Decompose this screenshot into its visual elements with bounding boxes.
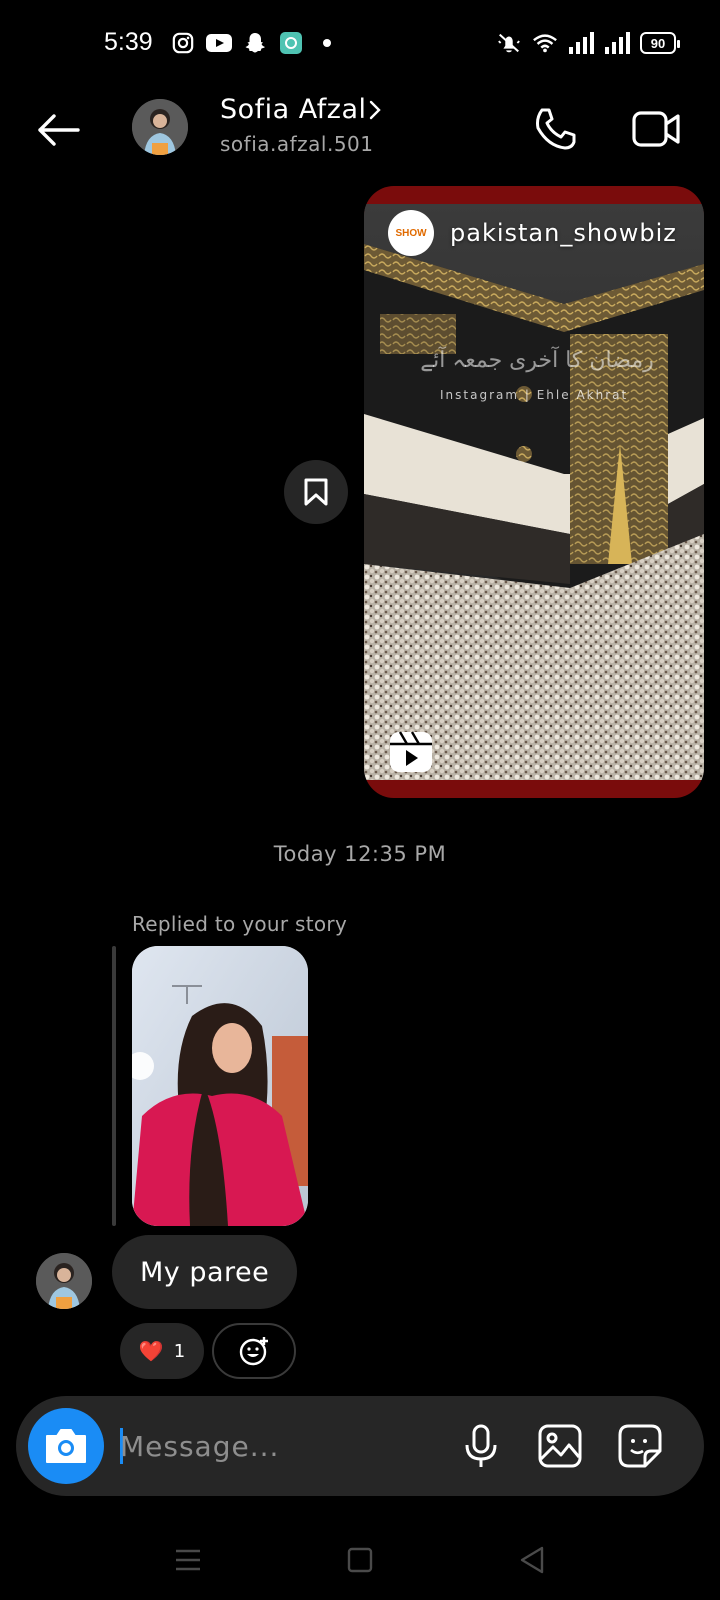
story-thumbnail[interactable] — [132, 946, 308, 1226]
phone-icon — [536, 108, 576, 150]
reel-caption: رمضان کا آخری جمعہ آئے — [420, 348, 654, 373]
mute-icon — [496, 30, 522, 56]
microphone-icon — [465, 1424, 497, 1467]
contact-avatar[interactable] — [132, 99, 188, 155]
video-camera-icon — [632, 111, 680, 147]
message-composer — [16, 1396, 704, 1496]
voice-call-button[interactable] — [528, 102, 582, 156]
reel-author[interactable]: SHOW pakistan_showbiz — [388, 210, 677, 256]
image-icon — [538, 1424, 582, 1468]
reaction-pill[interactable]: ❤️ 1 — [120, 1323, 204, 1379]
app-icon — [278, 30, 304, 56]
contact-name[interactable]: Sofia Afzal — [220, 94, 367, 125]
add-emoji-icon — [239, 1337, 268, 1366]
status-bar: 5:39 90 — [0, 0, 720, 90]
bookmark-icon — [304, 478, 328, 506]
chat-header: Sofia Afzal sofia.afzal.501 — [0, 90, 720, 170]
triangle-back-icon — [520, 1546, 544, 1574]
status-icons-left — [170, 30, 340, 56]
back-button[interactable] — [28, 100, 88, 160]
message-input[interactable] — [120, 1418, 440, 1474]
reaction-count: 1 — [173, 1340, 186, 1362]
message-timestamp: Today 12:35 PM — [273, 842, 447, 866]
reply-indicator-line — [112, 946, 116, 1226]
reel-author-name: pakistan_showbiz — [450, 219, 677, 247]
system-nav-bar — [0, 1530, 720, 1590]
camera-icon — [46, 1429, 86, 1463]
camera-button[interactable] — [28, 1408, 104, 1484]
message-bubble[interactable]: My paree — [112, 1235, 298, 1309]
wifi-icon — [532, 30, 558, 56]
reel-watermark: Instagram | Ehle Akhrat — [440, 388, 629, 402]
nav-back-button[interactable] — [508, 1536, 556, 1584]
reel-thumbnail — [364, 204, 704, 780]
recents-button[interactable] — [164, 1536, 212, 1584]
square-icon — [347, 1547, 373, 1573]
chevron-right-icon[interactable] — [366, 98, 384, 122]
snapchat-icon — [242, 30, 268, 56]
video-call-button[interactable] — [626, 102, 686, 156]
reels-icon — [390, 731, 432, 772]
status-icons-right: 90 — [496, 30, 680, 56]
reel-author-avatar: SHOW — [388, 210, 434, 256]
voice-message-button[interactable] — [456, 1420, 506, 1472]
instagram-icon — [170, 30, 196, 56]
youtube-icon — [206, 30, 232, 56]
contact-username: sofia.afzal.501 — [220, 132, 374, 156]
back-arrow-icon — [38, 114, 80, 146]
signal-icon — [568, 30, 594, 56]
shared-reel-card[interactable]: SHOW pakistan_showbiz رمضان کا آخری جمعہ… — [364, 186, 704, 798]
dot-icon — [314, 30, 340, 56]
reaction-emoji: ❤️ — [138, 1339, 164, 1363]
sticker-button[interactable] — [614, 1420, 666, 1472]
battery-icon: 90 — [640, 32, 680, 54]
sticker-icon — [618, 1424, 662, 1468]
menu-icon — [176, 1549, 200, 1571]
story-reply-label: Replied to your story — [132, 912, 348, 936]
gallery-button[interactable] — [534, 1420, 586, 1472]
save-button[interactable] — [284, 460, 348, 524]
home-button[interactable] — [336, 1536, 384, 1584]
signal-icon — [604, 30, 630, 56]
add-reaction-button[interactable] — [212, 1323, 296, 1379]
message-text: My paree — [140, 1256, 270, 1288]
sender-avatar[interactable] — [36, 1253, 92, 1309]
status-time: 5:39 — [104, 28, 153, 56]
battery-level: 90 — [650, 35, 666, 51]
